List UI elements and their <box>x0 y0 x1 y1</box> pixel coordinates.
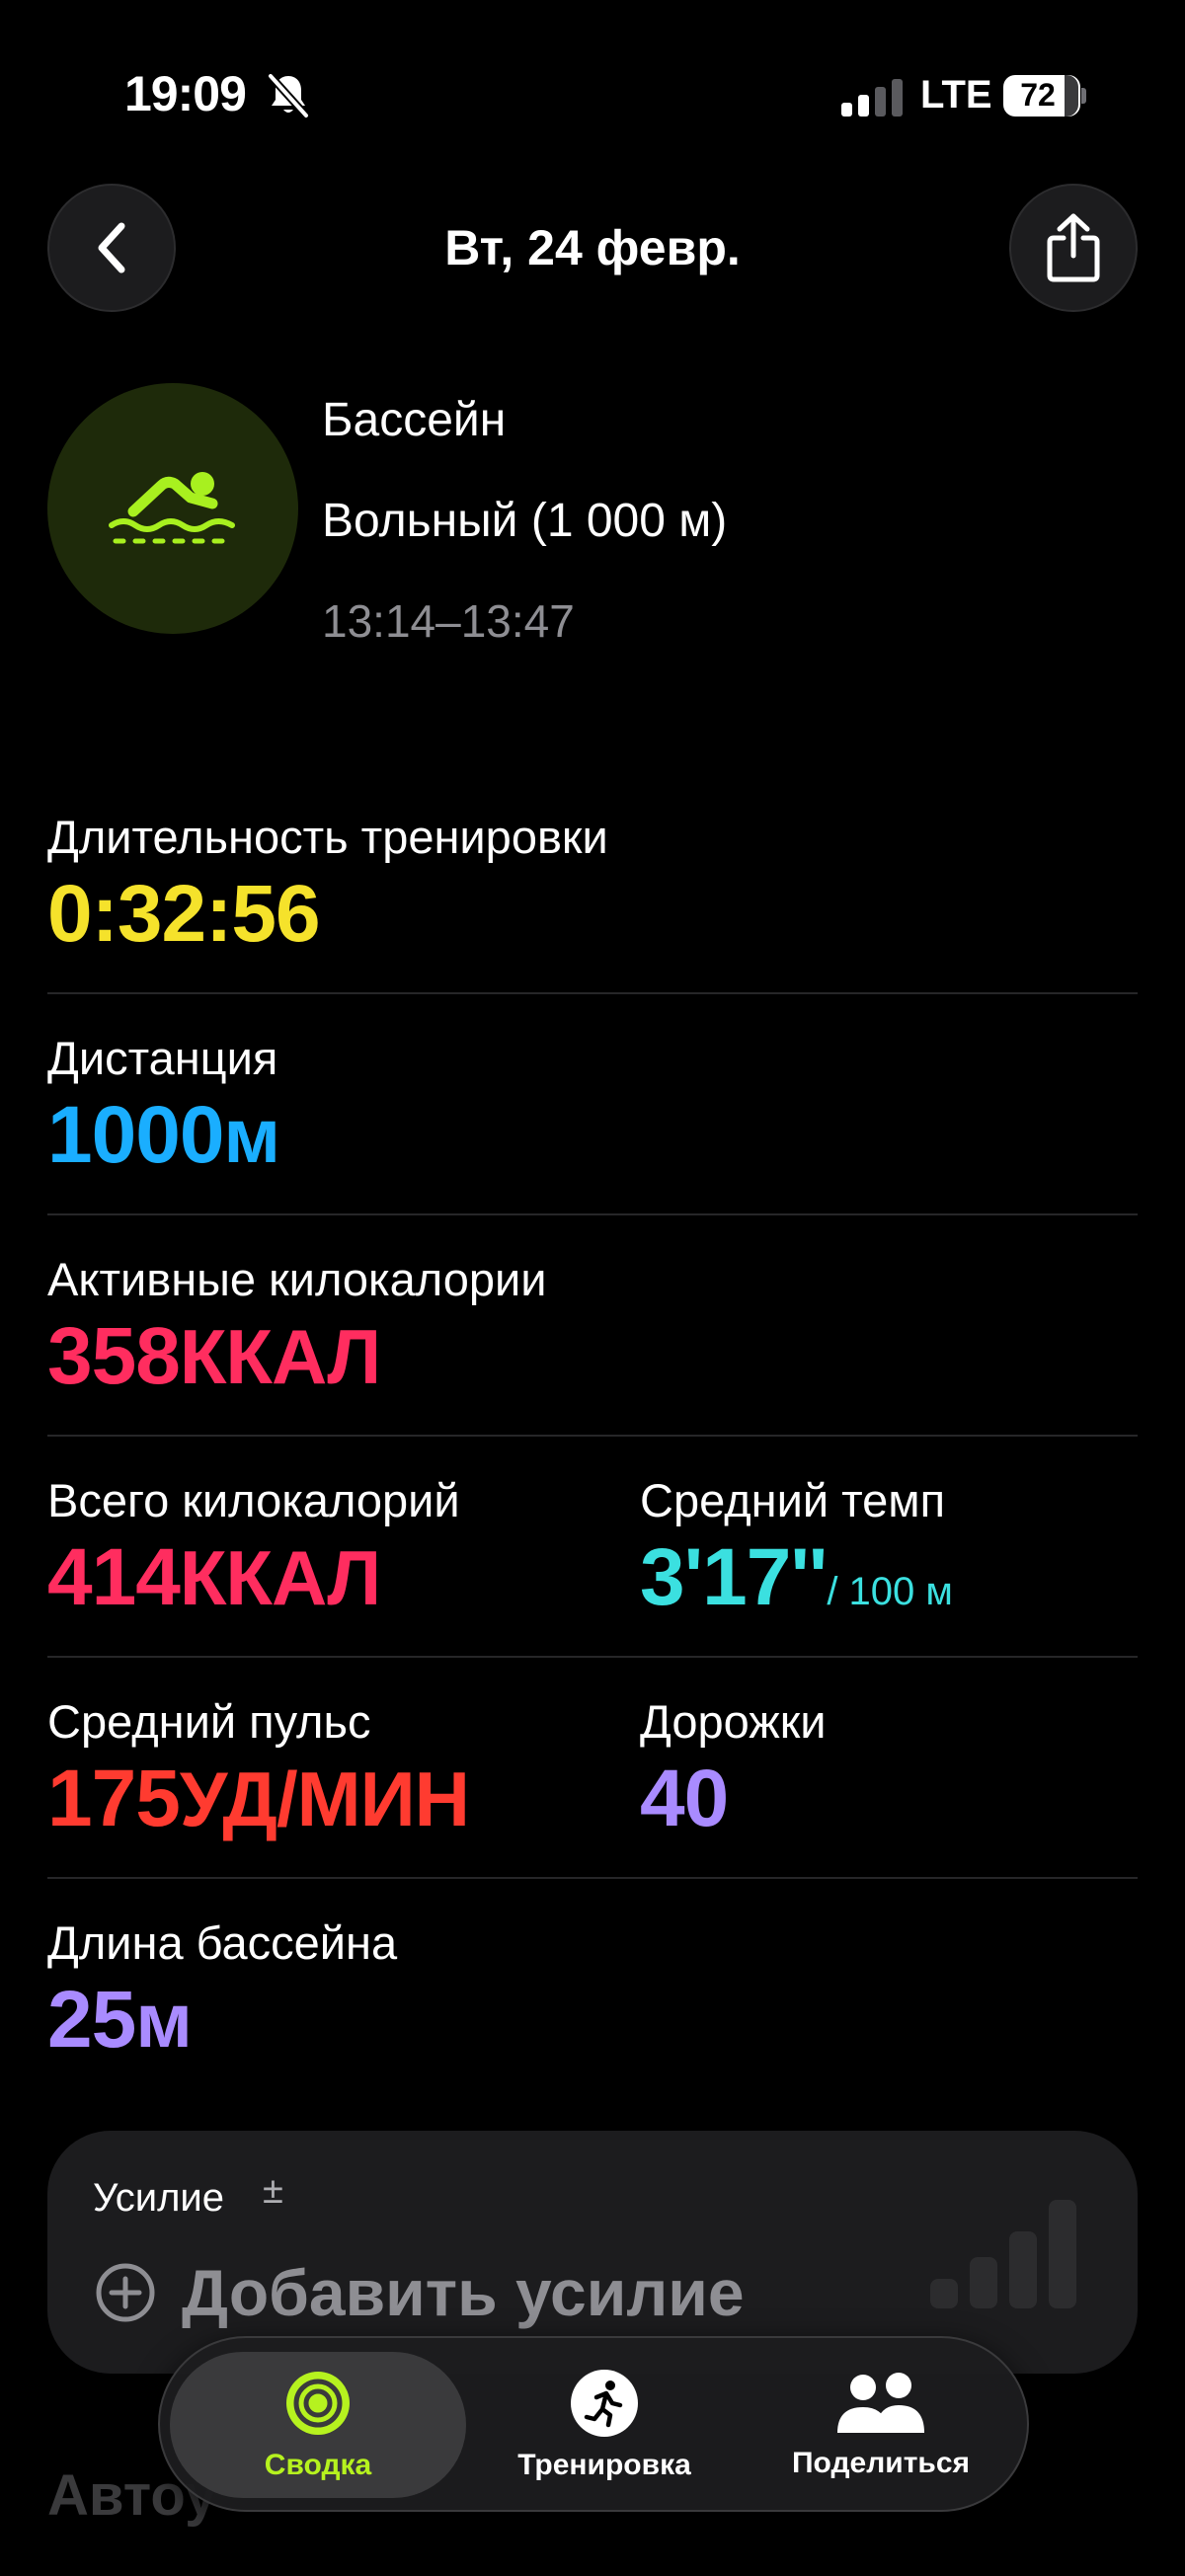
battery-icon: 72 <box>1003 75 1086 117</box>
status-bar: 19:09 LTE 72 <box>0 0 1185 188</box>
metric-value: 0:32:56 <box>47 869 321 959</box>
swimming-icon <box>109 472 235 544</box>
share-button[interactable] <box>1009 184 1138 312</box>
status-time: 19:09 <box>124 66 247 121</box>
metric-lanes: Дорожки 40 <box>640 1694 827 1845</box>
metric-active-kcal: Активные килокалории 358ККАЛ <box>47 1252 547 1403</box>
workout-icon-badge <box>47 383 298 634</box>
plus-minus-icon: ± <box>263 2170 283 2212</box>
metric-value: 414ККАЛ <box>47 1532 381 1622</box>
metric-unit: ККАЛ <box>179 1534 381 1621</box>
metric-pool-length: Длина бассейна 25м <box>47 1915 397 2067</box>
metric-label: Всего килокалорий <box>47 1474 460 1526</box>
running-figure-icon <box>571 2370 638 2437</box>
metric-value: 1000м <box>47 1090 280 1180</box>
tab-label: Тренировка <box>517 2449 691 2481</box>
workout-time-range: 13:14–13:47 <box>322 595 575 647</box>
metric-value: 3'17''/ 100 м <box>640 1532 953 1622</box>
metric-unit: м <box>135 1977 193 2064</box>
share-icon <box>1047 213 1100 282</box>
tab-label: Сводка <box>264 2449 372 2481</box>
metric-value: 40 <box>640 1754 729 1843</box>
metric-value: 25м <box>47 1975 193 2065</box>
tab-label: Поделиться <box>791 2447 971 2479</box>
add-effort-button[interactable]: Добавить усилие <box>95 2255 745 2330</box>
metric-label: Активные килокалории <box>47 1253 547 1305</box>
metric-label: Дистанция <box>47 1032 278 1084</box>
metric-duration: Длительность тренировки 0:32:56 <box>47 810 608 961</box>
workout-title: Бассейн <box>322 394 507 446</box>
metric-label: Дорожки <box>640 1695 827 1748</box>
tab-bar: Сводка Тренировка Поделиться <box>158 2336 1029 2512</box>
metric-unit: м <box>223 1092 280 1179</box>
metric-unit: УД/МИН <box>179 1756 470 1842</box>
plus-circle-icon <box>96 2263 155 2322</box>
divider <box>47 992 1138 994</box>
metric-avg-pace: Средний темп 3'17''/ 100 м <box>640 1473 953 1624</box>
tab-share[interactable]: Поделиться <box>743 2352 1019 2498</box>
effort-bars-icon <box>930 2200 1076 2308</box>
metric-label: Средний пульс <box>47 1695 371 1748</box>
metric-value: 175УД/МИН <box>47 1754 470 1843</box>
metric-total-kcal: Всего килокалорий 414ККАЛ <box>47 1473 460 1624</box>
network-type: LTE <box>920 73 992 117</box>
page-title: Вт, 24 февр. <box>444 220 741 275</box>
tab-summary[interactable]: Сводка <box>170 2352 466 2498</box>
metric-unit: ККАЛ <box>179 1313 381 1400</box>
metric-avg-hr: Средний пульс 175УД/МИН <box>47 1694 470 1845</box>
metric-value: 358ККАЛ <box>47 1311 381 1401</box>
add-effort-label: Добавить усилие <box>182 2256 745 2329</box>
battery-level: 72 <box>1020 77 1056 113</box>
divider <box>47 1877 1138 1879</box>
metric-label: Длительность тренировки <box>47 811 608 863</box>
metric-distance: Дистанция 1000м <box>47 1031 280 1182</box>
tab-workout[interactable]: Тренировка <box>476 2352 733 2498</box>
effort-label: Усилие <box>93 2176 225 2220</box>
metric-label: Средний темп <box>640 1474 946 1526</box>
metric-unit: / 100 м <box>827 1570 953 1613</box>
cellular-signal-icon <box>841 79 903 117</box>
divider <box>47 1435 1138 1437</box>
silent-bell-icon <box>268 73 309 118</box>
workout-subtitle: Вольный (1 000 м) <box>322 495 728 547</box>
metric-label: Длина бассейна <box>47 1916 398 1969</box>
activity-rings-icon <box>286 2372 350 2435</box>
people-icon <box>837 2373 924 2433</box>
divider <box>47 1656 1138 1658</box>
divider <box>47 1213 1138 1215</box>
